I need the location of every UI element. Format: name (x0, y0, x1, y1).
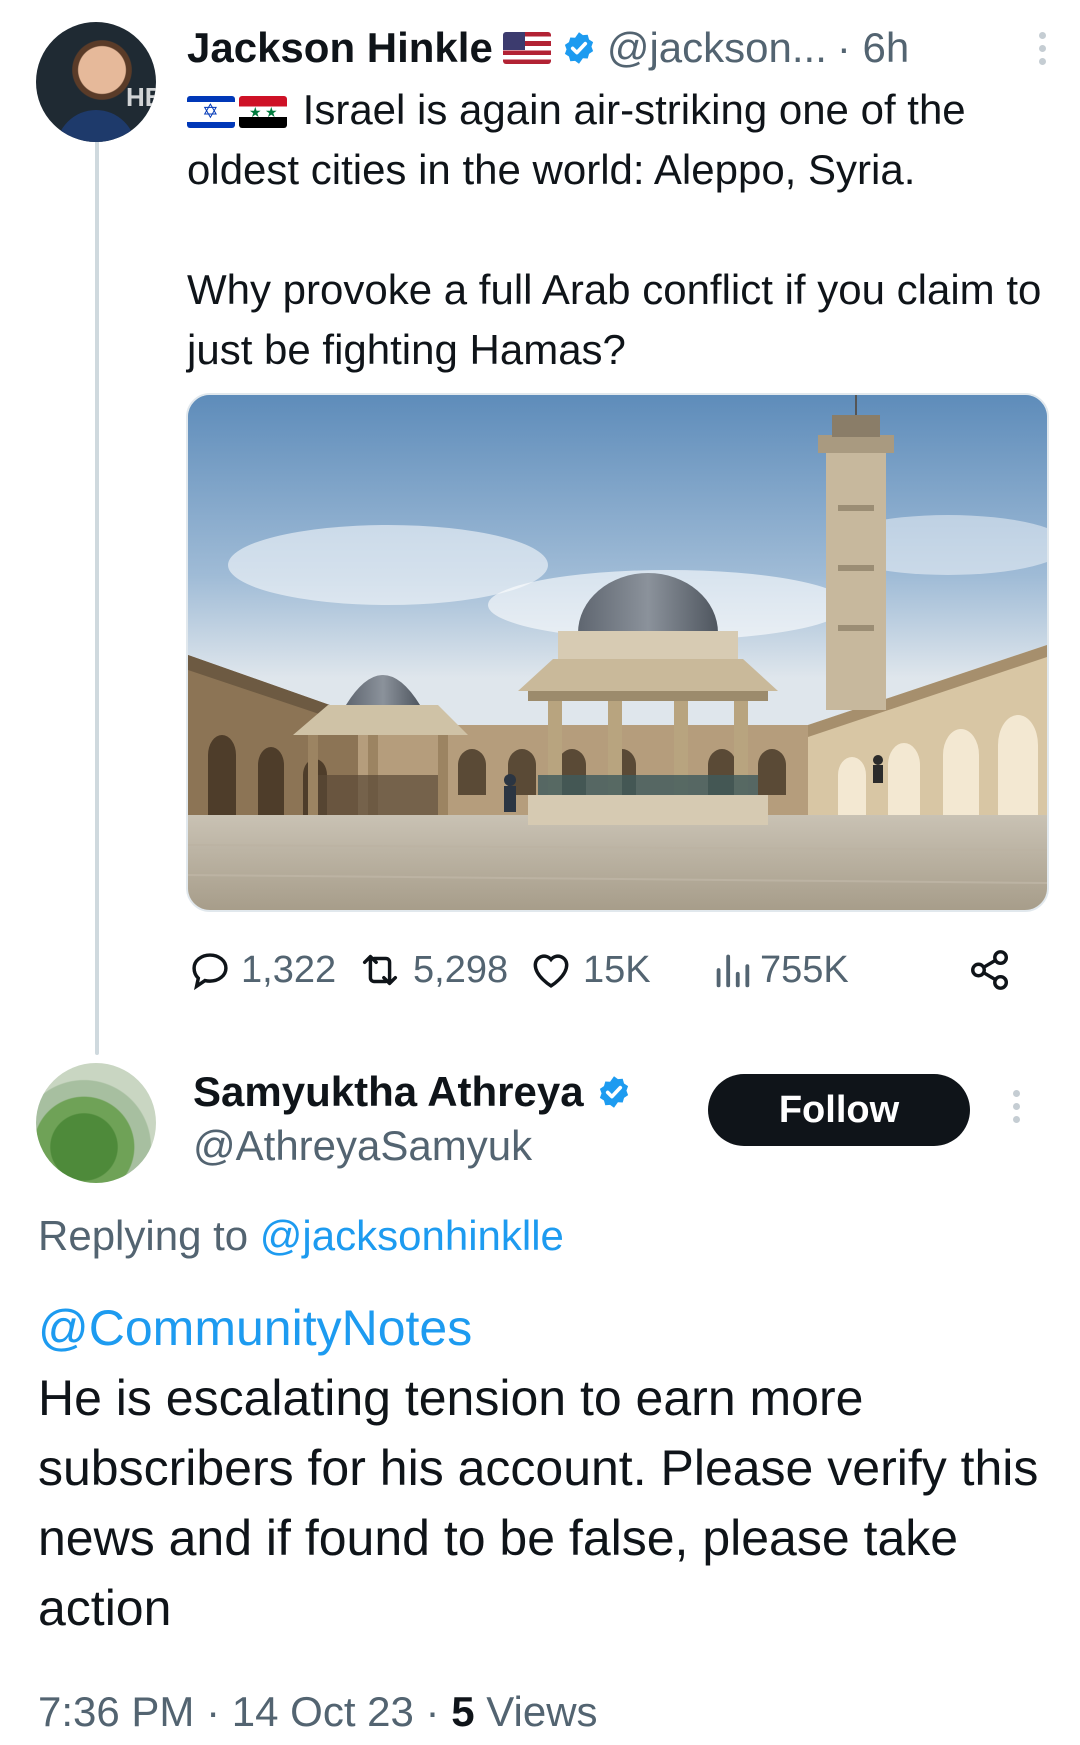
author-handle[interactable]: @jackson... (607, 24, 827, 72)
tweet-text-line-2: Why provoke a full Arab conflict if you … (187, 266, 1042, 373)
repost-action[interactable]: 5,298 (355, 940, 508, 1000)
dot (1012, 1116, 1020, 1123)
reply-body: He is escalating tension to earn more su… (38, 1370, 1039, 1636)
syria-flag-icon (239, 96, 287, 128)
heart-icon (533, 954, 569, 988)
reply-icon (192, 953, 228, 991)
dot (1038, 44, 1046, 52)
views-action[interactable]: 755K (712, 940, 849, 1000)
view-count: 755K (760, 948, 849, 991)
tweet-media-image[interactable] (186, 393, 1049, 912)
reply-views-count: 5 (451, 1688, 475, 1735)
repost-count: 5,298 (413, 948, 509, 991)
like-action[interactable]: 15K (527, 940, 651, 1000)
reply-author-row: Samyuktha Athreya (193, 1068, 632, 1116)
reply-text: @CommunityNotes He is escalating tension… (38, 1293, 1048, 1643)
community-notes-mention-link[interactable]: @CommunityNotes (38, 1300, 472, 1356)
tweet-text-line-1: Israel is again air-striking one of the … (187, 86, 966, 193)
more-options-icon[interactable] (1011, 1090, 1021, 1123)
avatar-samyuktha-athreya[interactable] (36, 1063, 156, 1183)
reply-meta-line: 7:36 PM · 14 Oct 23 · 5 Views (38, 1688, 598, 1736)
tweet-time[interactable]: · 6h (837, 24, 909, 72)
tweet-text: Israel is again air-striking one of the … (187, 80, 1047, 380)
dot (1012, 1090, 1020, 1097)
replying-to-prefix: Replying to (38, 1212, 249, 1259)
repost-icon (362, 954, 398, 986)
avatar-logo: HB (126, 82, 156, 112)
meta-separator: · (425, 1688, 440, 1735)
meta-separator: · (206, 1688, 221, 1735)
avatar-jackson-hinkle[interactable]: HB (36, 22, 156, 142)
author-name[interactable]: Jackson Hinkle (187, 24, 493, 72)
avatar-shirt (56, 110, 136, 142)
replying-to-handle-link[interactable]: @jacksonhinklle (260, 1212, 564, 1259)
reply-views-label: Views (486, 1688, 598, 1735)
reply-date[interactable]: 14 Oct 23 (232, 1688, 414, 1735)
dot (1038, 57, 1046, 65)
reply-author-handle[interactable]: @AthreyaSamyuk (193, 1122, 532, 1170)
tweet-header: Jackson Hinkle @jackson... · 6h (187, 20, 1047, 76)
like-count: 15K (583, 948, 651, 991)
verified-badge-icon (599, 1076, 628, 1108)
follow-button[interactable]: Follow (708, 1074, 970, 1146)
more-options-icon[interactable] (1037, 31, 1047, 65)
views-bar-chart-icon (716, 954, 750, 988)
reply-author-name[interactable]: Samyuktha Athreya (193, 1068, 584, 1116)
israel-flag-icon (187, 96, 235, 128)
share-action[interactable] (967, 940, 1013, 1000)
mosque-photo (188, 395, 1047, 910)
replying-to-line: Replying to @jacksonhinklle (38, 1212, 564, 1260)
dot (1012, 1103, 1020, 1110)
verified-badge-icon (564, 32, 593, 64)
tweet-action-bar: 1,322 5,298 15K 755K (187, 940, 1017, 1000)
share-icon (971, 950, 1009, 990)
thread-line (95, 140, 99, 1055)
reply-count: 1,322 (241, 948, 337, 991)
dot (1038, 31, 1046, 39)
reply-time[interactable]: 7:36 PM (38, 1688, 194, 1735)
reply-action[interactable]: 1,322 (187, 940, 336, 1000)
us-flag-icon (502, 32, 551, 64)
